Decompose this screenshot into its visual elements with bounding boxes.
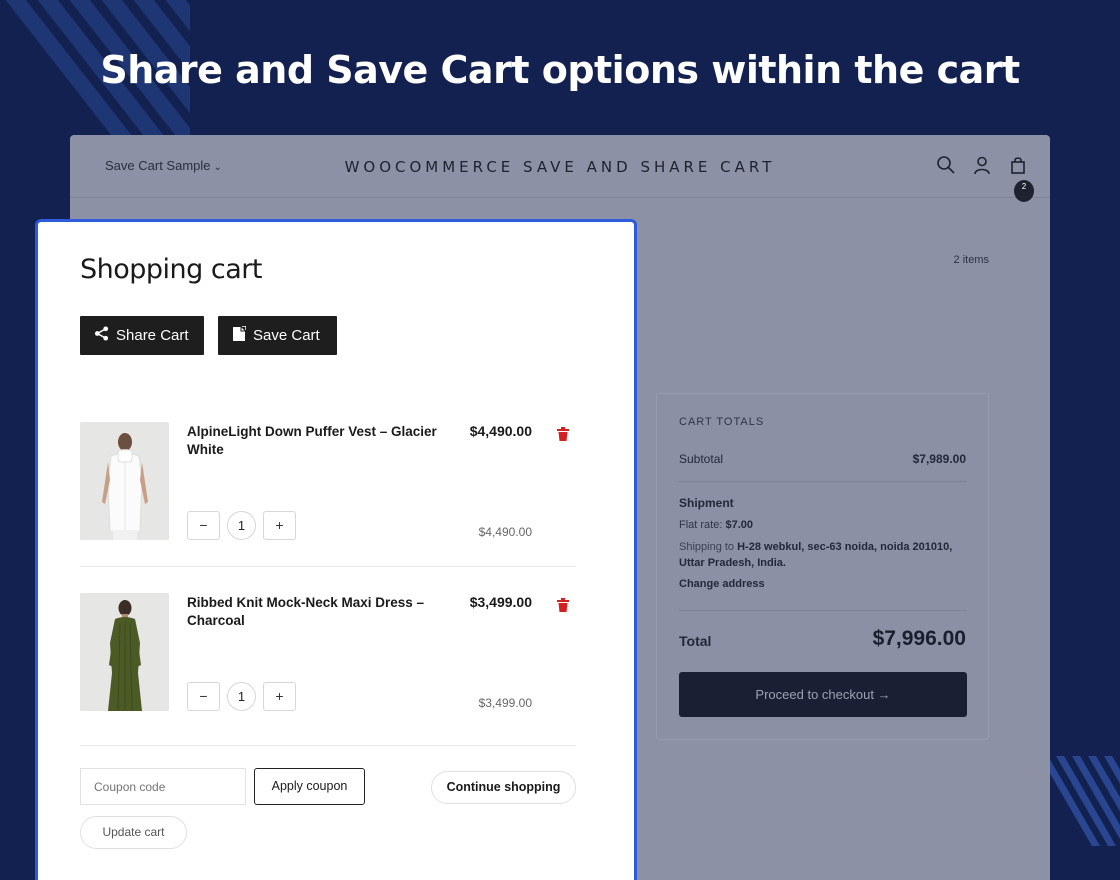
share-icon	[94, 326, 109, 345]
shipment-label: Shipment	[679, 496, 734, 510]
page-headline: Share and Save Cart options within the c…	[100, 48, 1020, 92]
subtotal-label: Subtotal	[679, 452, 724, 466]
minus-icon[interactable]: −	[187, 682, 220, 711]
product-price: $4,490.00	[469, 423, 532, 439]
items-count: 2 items	[953, 254, 989, 266]
store-header: Save Cart Sample ⌄ WOOCOMMERCE SAVE AND S…	[70, 135, 1050, 202]
trash-icon[interactable]	[557, 427, 569, 441]
product-name[interactable]: AlpineLight Down Puffer Vest – Glacier W…	[187, 423, 449, 459]
flat-rate-label: Flat rate:	[679, 519, 723, 531]
product-image-dress[interactable]	[80, 593, 169, 711]
shipment-block: Shipment Flat rate: $7.00 Shipping to H-…	[679, 496, 966, 592]
apply-coupon-button[interactable]: Apply coupon	[254, 768, 365, 805]
cart-count-badge: 2	[1014, 180, 1034, 202]
user-icon[interactable]	[972, 155, 992, 177]
search-icon[interactable]	[936, 155, 956, 177]
subtotal-row: Subtotal $7,989.00	[679, 452, 966, 466]
cart-title: Shopping cart	[80, 254, 262, 285]
plus-icon[interactable]: +	[263, 682, 296, 711]
plus-icon[interactable]: +	[263, 511, 296, 540]
cart-item: AlpineLight Down Puffer Vest – Glacier W…	[80, 422, 576, 542]
share-cart-button[interactable]: Share Cart	[80, 316, 204, 355]
total-label: Total	[679, 633, 712, 649]
change-address-link[interactable]: Change address	[679, 576, 966, 592]
proceed-to-checkout-button[interactable]: Proceed to checkout →	[679, 672, 967, 717]
minus-icon[interactable]: −	[187, 511, 220, 540]
flat-rate: Flat rate: $7.00	[679, 517, 966, 533]
quantity-stepper: − 1 +	[187, 511, 296, 540]
product-price: $3,499.00	[469, 594, 532, 610]
cart-totals-heading: CART TOTALS	[679, 416, 765, 428]
subtotal-value: $7,989.00	[912, 452, 966, 466]
coupon-code-input[interactable]	[80, 768, 246, 805]
save-cart-label: Save Cart	[253, 327, 320, 344]
divider	[80, 745, 576, 746]
quantity-value[interactable]: 1	[227, 511, 256, 540]
update-cart-button[interactable]: Update cart	[80, 816, 187, 849]
save-cart-button[interactable]: Save Cart	[218, 316, 337, 355]
shipping-to: Shipping to H-28 webkul, sec-63 noida, n…	[679, 539, 966, 571]
quantity-value[interactable]: 1	[227, 682, 256, 711]
save-icon	[232, 324, 247, 346]
bag-icon[interactable]: 2	[1008, 155, 1034, 202]
product-name[interactable]: Ribbed Knit Mock-Neck Maxi Dress – Charc…	[187, 594, 449, 630]
product-image-vest[interactable]	[80, 422, 169, 540]
divider	[679, 610, 966, 611]
divider	[679, 481, 966, 482]
total-row: Total $7,996.00	[679, 627, 966, 650]
item-subtotal: $3,499.00	[478, 696, 532, 710]
cart-totals: CART TOTALS Subtotal $7,989.00 Shipment …	[656, 393, 989, 740]
total-value: $7,996.00	[872, 627, 966, 650]
shopping-cart-panel: Shopping cart Share Cart Save Cart Alpin…	[35, 219, 637, 880]
flat-rate-value: $7.00	[725, 519, 753, 531]
quantity-stepper: − 1 +	[187, 682, 296, 711]
share-cart-label: Share Cart	[116, 327, 189, 344]
store-title: WOOCOMMERCE SAVE AND SHARE CART	[344, 158, 776, 176]
divider	[80, 566, 576, 567]
header-icons: 2	[936, 155, 1034, 202]
decor-stripes-bottom-right	[1040, 756, 1120, 846]
trash-icon[interactable]	[557, 598, 569, 612]
item-subtotal: $4,490.00	[478, 525, 532, 539]
cart-item: Ribbed Knit Mock-Neck Maxi Dress – Charc…	[80, 593, 576, 713]
shipping-prefix: Shipping to	[679, 541, 735, 553]
continue-shopping-button[interactable]: Continue shopping	[431, 771, 576, 804]
